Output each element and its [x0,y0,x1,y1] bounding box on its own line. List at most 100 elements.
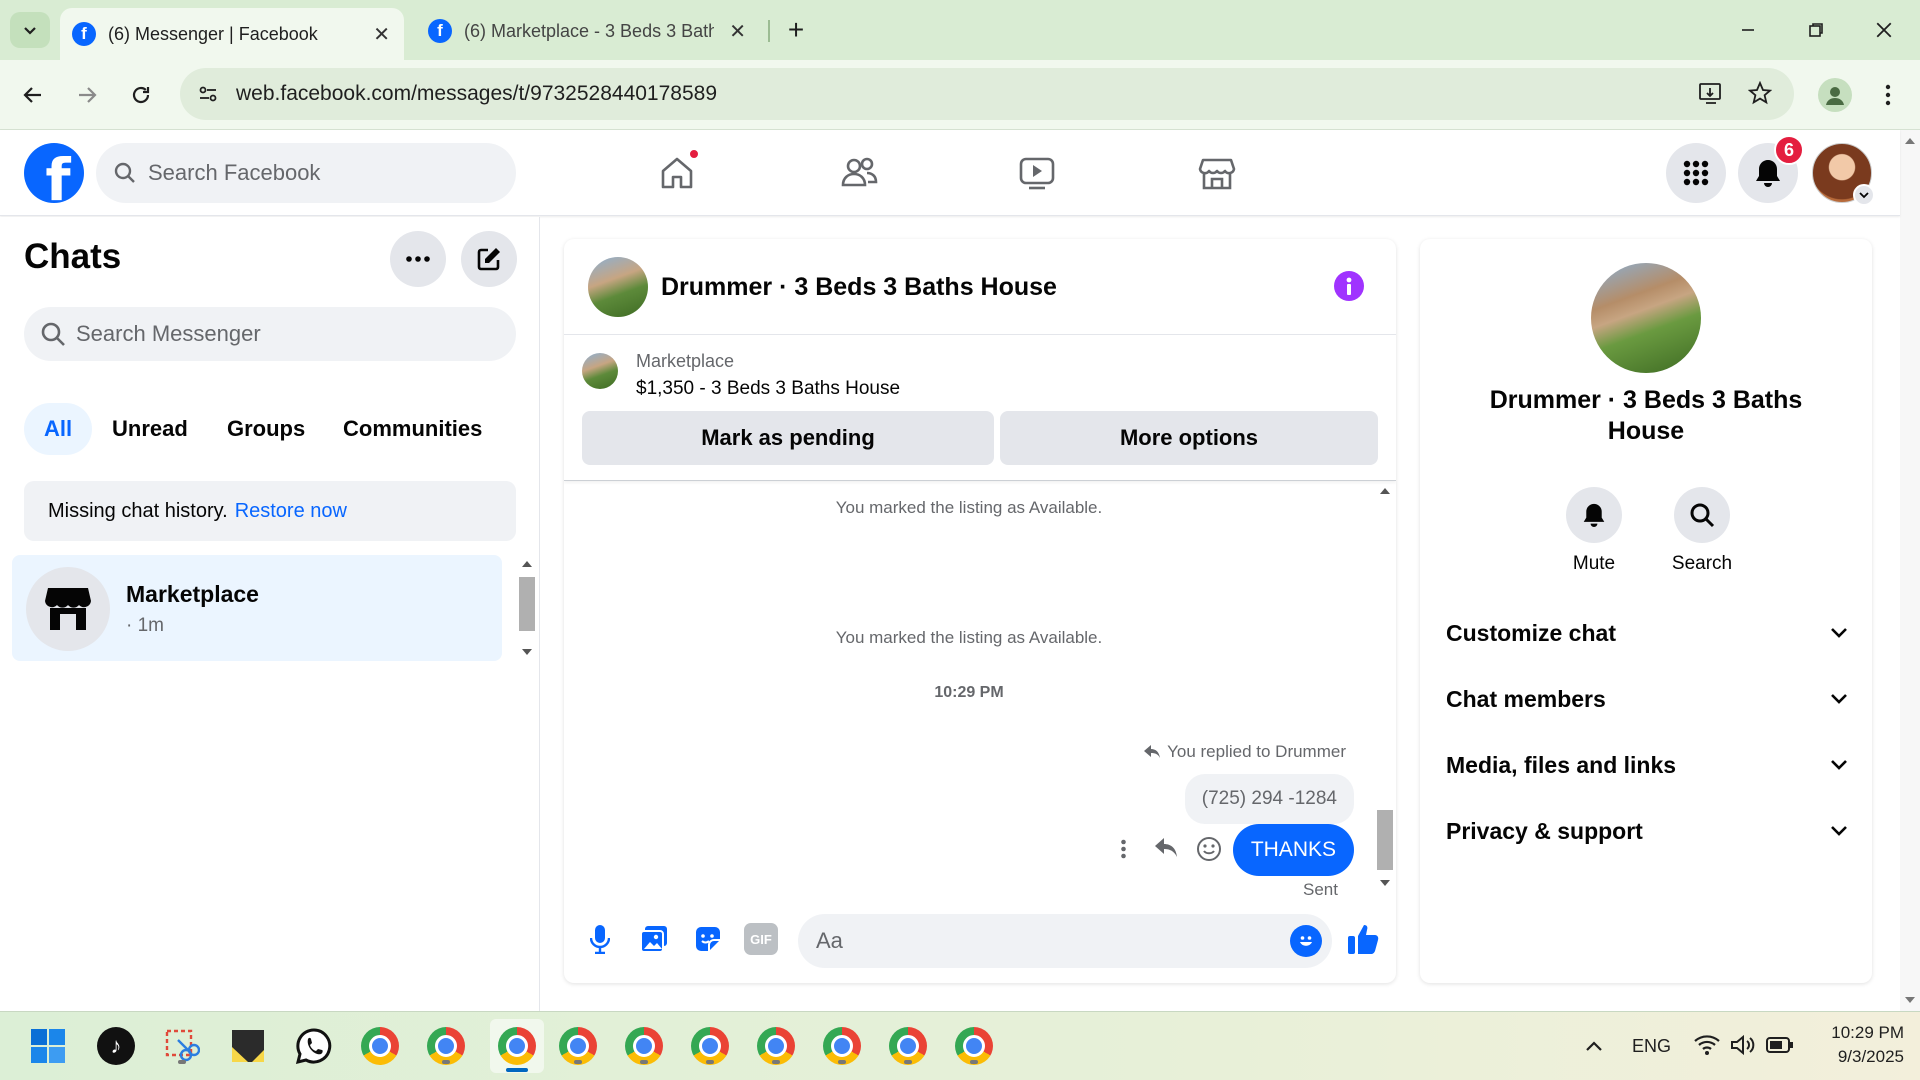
restore-button[interactable] [1796,14,1836,46]
mark-as-pending-button[interactable]: Mark as pending [582,411,994,465]
browser-menu-button[interactable] [1876,78,1900,112]
search-action[interactable]: Search [1662,487,1742,575]
site-info-icon[interactable] [190,76,226,112]
tiktok-app[interactable]: ♪ [94,1024,138,1068]
close-tab-icon[interactable]: ✕ [729,19,746,44]
voice-clip-icon[interactable] [584,921,616,957]
show-hidden-icons-button[interactable] [1572,1024,1616,1068]
scroll-up-arrow-icon[interactable] [1380,488,1390,494]
contact-avatar[interactable] [588,257,648,317]
tab-messenger[interactable]: f (6) Messenger | Facebook ✕ [60,8,404,60]
wifi-icon[interactable] [1694,1034,1720,1056]
thread-scrollbar[interactable] [1374,482,1396,892]
restore-now-link[interactable]: Restore now [235,500,347,523]
tab-marketplace[interactable]: f (6) Marketplace - 3 Beds 3 Bath ✕ [416,10,760,52]
install-app-icon[interactable] [1698,82,1724,106]
facebook-search-box[interactable]: Search Facebook [96,143,516,203]
listing-title[interactable]: $1,350 - 3 Beds 3 Baths House [636,378,900,400]
media-files-links-section[interactable]: Media, files and links [1446,745,1848,785]
close-tab-icon[interactable]: ✕ [373,22,390,47]
whatsapp-app[interactable] [292,1024,336,1068]
chrome-profile-2[interactable] [424,1024,468,1068]
facebook-logo[interactable]: f [24,143,84,203]
chat-list-item[interactable]: Marketplace · 1m [12,555,502,661]
scroll-up-arrow-icon[interactable] [1905,138,1915,144]
gif-icon[interactable]: GIF [744,923,778,955]
start-button[interactable] [26,1024,70,1068]
sticker-icon[interactable] [692,921,724,957]
new-tab-button[interactable]: + [780,14,812,46]
nav-marketplace[interactable] [1192,148,1242,198]
back-button[interactable] [16,78,50,112]
battery-icon[interactable] [1766,1036,1794,1054]
chrome-profile-m[interactable] [358,1024,402,1068]
scrollbar-thumb[interactable] [1377,810,1393,870]
conversation-title[interactable]: Drummer · 3 Beds 3 Baths House [661,273,1057,302]
conversation-info-button[interactable] [1334,271,1364,301]
account-avatar-button[interactable] [1812,143,1875,206]
chrome-profile-4[interactable] [556,1024,600,1068]
more-options-button[interactable]: More options [1000,411,1378,465]
chrome-profile-active[interactable] [490,1019,544,1073]
mute-button[interactable] [1566,487,1622,543]
react-smiley-icon[interactable] [1196,836,1222,862]
thumbs-up-icon[interactable] [1346,919,1382,959]
attach-photo-icon[interactable] [638,921,670,957]
page-scrollbar[interactable] [1900,130,1920,1011]
search-in-chat-button[interactable] [1674,487,1730,543]
tab-search-button[interactable] [10,12,50,48]
nav-watch[interactable] [1012,148,1062,198]
forward-button[interactable] [70,78,104,112]
notifications-button[interactable]: 6 [1738,135,1804,203]
chrome-profile-5[interactable] [622,1024,666,1068]
running-indicator [838,1060,846,1064]
account-dropdown-icon[interactable] [1853,184,1875,206]
clock[interactable]: 10:29 PM 9/3/2025 [1814,1021,1904,1069]
privacy-support-section[interactable]: Privacy & support [1446,811,1848,851]
info-avatar[interactable] [1591,263,1701,373]
snipping-tool-app[interactable] [160,1024,204,1068]
customize-chat-section[interactable]: Customize chat [1446,613,1848,653]
sticky-notes-app[interactable] [226,1024,270,1068]
messenger-search-box[interactable]: Search Messenger [24,307,516,361]
chat-list-scrollbar[interactable] [516,555,538,661]
chats-options-button[interactable] [390,231,446,287]
reply-action-icon[interactable] [1153,836,1179,860]
bookmark-star-icon[interactable] [1748,81,1772,105]
mute-action[interactable]: Mute [1554,487,1634,575]
chrome-profile-8[interactable] [820,1024,864,1068]
chat-members-section[interactable]: Chat members [1446,679,1848,719]
minimize-button[interactable] [1728,14,1768,46]
scroll-up-arrow-icon[interactable] [522,561,532,567]
nav-home[interactable] [652,148,702,198]
profile-button[interactable] [1818,78,1852,112]
menu-grid-button[interactable] [1666,143,1726,203]
url-text[interactable]: web.facebook.com/messages/t/973252844017… [236,82,717,106]
chrome-profile-6[interactable] [688,1024,732,1068]
message-more-icon[interactable] [1116,836,1130,862]
language-indicator[interactable]: ENG [1632,1036,1671,1057]
reload-button[interactable] [124,78,158,112]
chrome-profile-7[interactable] [754,1024,798,1068]
quoted-message[interactable]: (725) 294 -1284 [1184,774,1354,824]
scroll-down-arrow-icon[interactable] [1905,997,1915,1003]
scroll-down-arrow-icon[interactable] [522,649,532,655]
listing-thumbnail[interactable] [582,353,618,389]
close-window-button[interactable] [1864,14,1904,46]
filter-groups[interactable]: Groups [207,403,325,455]
chrome-profile-10[interactable] [952,1024,996,1068]
scroll-down-arrow-icon[interactable] [1380,880,1390,886]
emoji-picker-icon[interactable] [1290,925,1322,957]
new-message-button[interactable] [461,231,517,287]
sent-message-bubble[interactable]: THANKS [1232,824,1354,876]
filter-communities[interactable]: Communities [323,403,502,455]
chat-item-time: · 1m [126,615,164,636]
chrome-profile-9[interactable] [886,1024,930,1068]
filter-unread[interactable]: Unread [92,403,208,455]
address-bar[interactable]: web.facebook.com/messages/t/973252844017… [180,68,1794,120]
filter-all[interactable]: All [24,403,93,455]
message-input[interactable]: Aa [798,914,1332,968]
nav-friends[interactable] [832,148,886,198]
scrollbar-thumb[interactable] [519,577,535,631]
volume-icon[interactable] [1730,1034,1756,1056]
